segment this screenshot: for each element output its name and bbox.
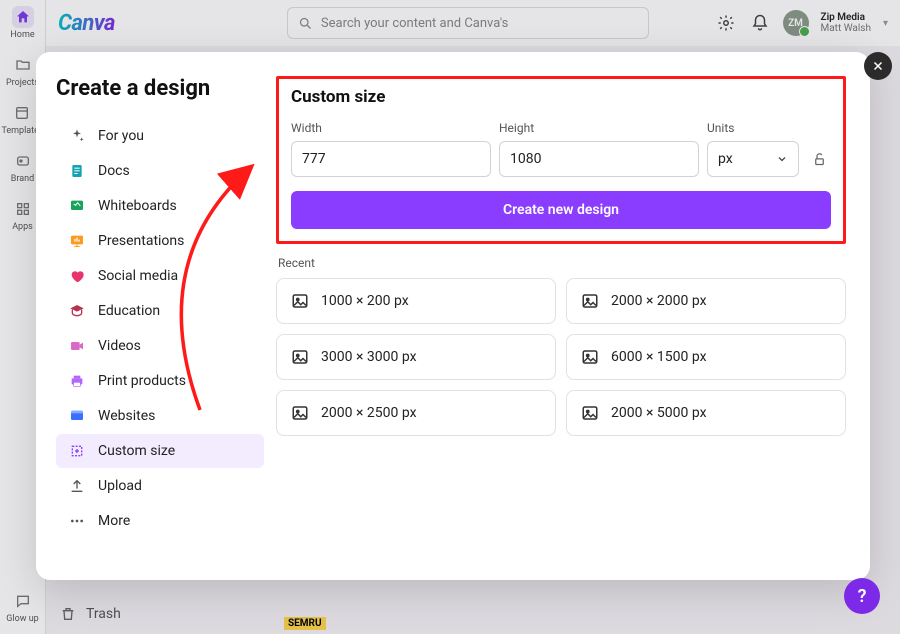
doc-icon <box>68 162 86 180</box>
lock-open-icon <box>812 152 827 167</box>
menu-item-label: Print products <box>98 373 186 389</box>
customsize-icon <box>68 442 86 460</box>
create-new-design-button[interactable]: Create new design <box>291 191 831 229</box>
image-icon <box>291 348 309 366</box>
recent-size-label: 1000 × 200 px <box>321 293 409 309</box>
recent-size-item[interactable]: 3000 × 3000 px <box>276 334 556 380</box>
recent-size-label: 2000 × 5000 px <box>611 405 707 421</box>
whiteboard-icon <box>68 197 86 215</box>
units-select[interactable]: px <box>707 141 799 177</box>
menu-item-more[interactable]: More <box>56 504 264 538</box>
menu-item-social[interactable]: Social media <box>56 259 264 293</box>
menu-item-label: Whiteboards <box>98 198 177 214</box>
height-field: Height <box>499 121 699 177</box>
recent-size-item[interactable]: 2000 × 2000 px <box>566 278 846 324</box>
image-icon <box>291 404 309 422</box>
width-label: Width <box>291 121 491 135</box>
recent-size-item[interactable]: 6000 × 1500 px <box>566 334 846 380</box>
width-field: Width <box>291 121 491 177</box>
website-icon <box>68 407 86 425</box>
menu-item-label: More <box>98 513 130 529</box>
image-icon <box>581 404 599 422</box>
help-button[interactable]: ? <box>844 578 880 614</box>
menu-item-label: Websites <box>98 408 155 424</box>
modal-title: Create a design <box>56 76 268 101</box>
units-field: Units px <box>707 121 799 177</box>
menu-item-customsize[interactable]: Custom size <box>56 434 264 468</box>
chevron-down-icon <box>776 153 788 165</box>
print-icon <box>68 372 86 390</box>
recent-size-label: 3000 × 3000 px <box>321 349 417 365</box>
menu-item-label: For you <box>98 128 144 144</box>
menu-item-whiteboard[interactable]: Whiteboards <box>56 189 264 223</box>
width-input[interactable] <box>291 141 491 177</box>
create-design-modal: Create a design For you Docs Whiteboards Pr… <box>36 52 870 580</box>
modal-sidebar: Create a design For you Docs Whiteboards Pr… <box>36 52 268 580</box>
image-icon <box>581 292 599 310</box>
menu-item-label: Upload <box>98 478 142 494</box>
close-button[interactable] <box>864 52 892 80</box>
sparkle-icon <box>68 127 86 145</box>
menu-item-label: Custom size <box>98 443 175 459</box>
lock-aspect-button[interactable] <box>807 141 831 177</box>
height-label: Height <box>499 121 699 135</box>
recent-size-item[interactable]: 2000 × 2500 px <box>276 390 556 436</box>
menu-item-label: Videos <box>98 338 141 354</box>
custom-size-panel: Custom size Width Height Units px <box>276 76 846 244</box>
menu-item-label: Presentations <box>98 233 184 249</box>
close-icon <box>872 60 884 72</box>
recent-size-label: 2000 × 2000 px <box>611 293 707 309</box>
recent-size-item[interactable]: 2000 × 5000 px <box>566 390 846 436</box>
height-input[interactable] <box>499 141 699 177</box>
upload-icon <box>68 477 86 495</box>
menu-item-website[interactable]: Websites <box>56 399 264 433</box>
menu-item-label: Docs <box>98 163 130 179</box>
menu-item-doc[interactable]: Docs <box>56 154 264 188</box>
units-label: Units <box>707 121 799 135</box>
menu-item-print[interactable]: Print products <box>56 364 264 398</box>
social-icon <box>68 267 86 285</box>
design-type-menu: For you Docs Whiteboards Presentations Socia… <box>56 119 268 538</box>
video-icon <box>68 337 86 355</box>
menu-item-upload[interactable]: Upload <box>56 469 264 503</box>
menu-item-label: Education <box>98 303 160 319</box>
menu-item-education[interactable]: Education <box>56 294 264 328</box>
recent-size-item[interactable]: 1000 × 200 px <box>276 278 556 324</box>
recent-size-label: 6000 × 1500 px <box>611 349 707 365</box>
recent-size-label: 2000 × 2500 px <box>321 405 417 421</box>
menu-item-label: Social media <box>98 268 178 284</box>
recent-sizes-grid: 1000 × 200 px 2000 × 2000 px 3000 × 3000 p… <box>276 278 846 436</box>
presentation-icon <box>68 232 86 250</box>
menu-item-video[interactable]: Videos <box>56 329 264 363</box>
menu-item-sparkle[interactable]: For you <box>56 119 264 153</box>
more-icon <box>68 512 86 530</box>
education-icon <box>68 302 86 320</box>
custom-size-title: Custom size <box>291 87 831 107</box>
modal-content: Custom size Width Height Units px <box>268 52 870 580</box>
units-value: px <box>718 151 733 167</box>
recent-label: Recent <box>278 256 846 270</box>
menu-item-presentation[interactable]: Presentations <box>56 224 264 258</box>
image-icon <box>581 348 599 366</box>
image-icon <box>291 292 309 310</box>
